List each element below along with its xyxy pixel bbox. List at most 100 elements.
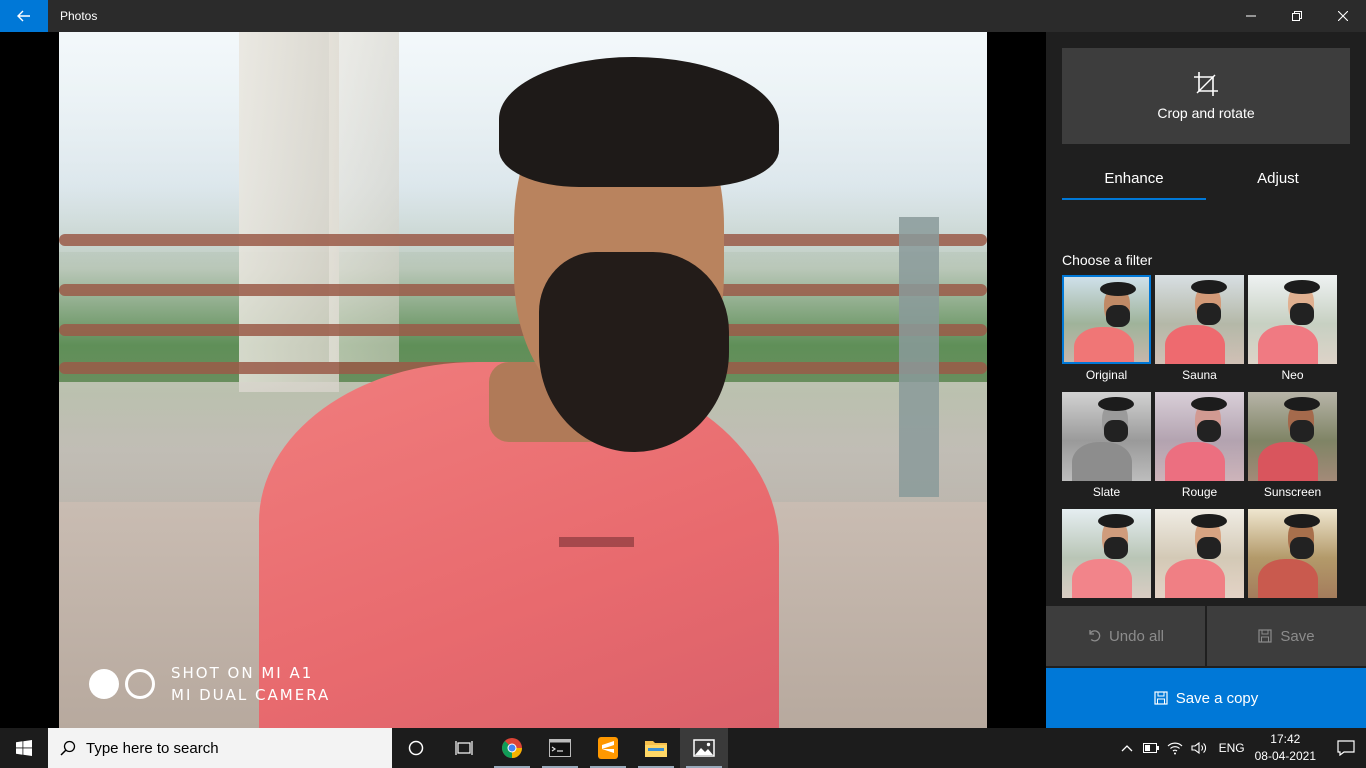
taskbar-search-box[interactable]: Type here to search: [48, 728, 392, 768]
thumbnail-beard: [1197, 303, 1221, 325]
thumbnail-beard: [1106, 305, 1130, 327]
photo-background-pillar: [239, 32, 339, 392]
thumbnail-beard: [1197, 537, 1221, 559]
thumbnail-hair: [1191, 280, 1227, 294]
filter-thumbnail: [1155, 392, 1244, 481]
battery-icon: [1142, 743, 1159, 753]
taskbar-sublime-text[interactable]: [584, 728, 632, 768]
search-placeholder: Type here to search: [86, 739, 219, 757]
start-button[interactable]: [0, 728, 48, 768]
filter-rouge[interactable]: Rouge: [1155, 392, 1244, 501]
tab-adjust[interactable]: Adjust: [1206, 156, 1350, 200]
thumbnail-beard: [1197, 420, 1221, 442]
thumbnail-hair: [1098, 397, 1134, 411]
action-center-button[interactable]: [1326, 728, 1366, 768]
crop-and-rotate-button[interactable]: Crop and rotate: [1062, 48, 1350, 144]
windows-logo-icon: [16, 740, 32, 756]
watermark-dot-icon: [89, 669, 119, 699]
terminal-icon: [549, 739, 571, 757]
thumbnail-shirt: [1072, 559, 1132, 598]
photo-shirt-print: [559, 537, 634, 547]
filter-label: [1248, 602, 1337, 603]
save-disk-icon: [1258, 629, 1272, 643]
crop-and-rotate-label: Crop and rotate: [1157, 105, 1255, 121]
thumbnail-hair: [1100, 282, 1136, 296]
thumbnail-shirt: [1074, 327, 1134, 362]
taskbar-terminal[interactable]: [536, 728, 584, 768]
filter-thumbnail: [1062, 392, 1151, 481]
undo-all-button[interactable]: Undo all: [1046, 606, 1205, 666]
photo-person-hair: [499, 57, 779, 187]
filter-sunscreen[interactable]: Sunscreen: [1248, 392, 1337, 501]
photo-background-pillar: [329, 32, 399, 362]
thumbnail-beard: [1290, 537, 1314, 559]
filter-sauna[interactable]: Sauna: [1155, 275, 1244, 384]
filter-option-7[interactable]: [1062, 509, 1151, 603]
save-button[interactable]: Save: [1207, 606, 1366, 666]
filter-thumbnail: [1248, 275, 1337, 364]
filter-option-8[interactable]: [1155, 509, 1244, 603]
thumbnail-beard: [1290, 303, 1314, 325]
app-title: Photos: [60, 9, 98, 23]
tab-enhance[interactable]: Enhance: [1062, 156, 1206, 200]
watermark-line-1: SHOT ON MI A1: [171, 664, 314, 682]
thumbnail-hair: [1191, 397, 1227, 411]
speaker-icon: [1191, 741, 1206, 755]
restore-button[interactable]: [1274, 0, 1320, 32]
thumbnail-hair: [1284, 397, 1320, 411]
close-button[interactable]: [1320, 0, 1366, 32]
cortana-button[interactable]: [392, 728, 440, 768]
thumbnail-beard: [1104, 420, 1128, 442]
filter-original[interactable]: Original: [1062, 275, 1151, 384]
filter-thumbnail: [1248, 509, 1337, 598]
show-hidden-icons-button[interactable]: [1115, 728, 1139, 768]
filter-label: Rouge: [1181, 485, 1218, 499]
taskbar-photos[interactable]: [680, 728, 728, 768]
photo-railing-post: [899, 217, 939, 497]
network-button[interactable]: [1163, 728, 1187, 768]
watermark-text: SHOT ON MI A1 MI DUAL CAMERA: [171, 662, 330, 706]
camera-watermark: SHOT ON MI A1 MI DUAL CAMERA: [89, 662, 330, 706]
watermark-ring-icon: [125, 669, 155, 699]
crop-icon: [1194, 72, 1218, 96]
task-view-button[interactable]: [440, 728, 488, 768]
minimize-button[interactable]: [1228, 0, 1274, 32]
thumbnail-shirt: [1165, 442, 1225, 481]
undo-icon: [1089, 630, 1101, 642]
notification-icon: [1337, 740, 1355, 756]
taskbar-chrome[interactable]: [488, 728, 536, 768]
thumbnail-shirt: [1165, 559, 1225, 598]
battery-button[interactable]: [1139, 728, 1163, 768]
back-button[interactable]: [0, 0, 48, 32]
cortana-circle-icon: [408, 740, 424, 756]
thumbnail-hair: [1284, 514, 1320, 528]
filter-label: Sunscreen: [1263, 485, 1322, 499]
taskbar-file-explorer[interactable]: [632, 728, 680, 768]
photo-canvas[interactable]: SHOT ON MI A1 MI DUAL CAMERA: [59, 32, 987, 728]
input-language[interactable]: ENG: [1219, 741, 1245, 755]
save-a-copy-button[interactable]: Save a copy: [1046, 668, 1366, 728]
thumbnail-hair: [1284, 280, 1320, 294]
edit-actions: Undo all Save: [1046, 606, 1366, 666]
thumbnail-shirt: [1258, 559, 1318, 598]
clock-time: 17:42: [1270, 732, 1301, 746]
undo-all-label: Undo all: [1108, 627, 1165, 645]
filter-slate[interactable]: Slate: [1062, 392, 1151, 501]
filter-option-9[interactable]: [1248, 509, 1337, 603]
clock-date: 08-04-2021: [1254, 749, 1316, 763]
filter-label: [1155, 602, 1244, 603]
volume-button[interactable]: [1187, 728, 1211, 768]
taskbar-clock[interactable]: 17:42 08-04-2021: [1255, 731, 1316, 765]
search-icon: [60, 740, 76, 756]
save-label: Save: [1280, 627, 1315, 645]
back-arrow-icon: [17, 10, 30, 22]
filter-neo[interactable]: Neo: [1248, 275, 1337, 384]
restore-icon: [1292, 11, 1302, 21]
filter-heading: Choose a filter: [1062, 252, 1153, 268]
chevron-up-icon: [1121, 745, 1133, 752]
filter-label: Neo: [1281, 368, 1304, 382]
taskbar: Type here to search ENG 17:42 08-04-2021: [0, 728, 1366, 768]
filter-label: Sauna: [1182, 368, 1217, 382]
thumbnail-shirt: [1165, 325, 1225, 364]
minimize-icon: [1246, 15, 1256, 17]
